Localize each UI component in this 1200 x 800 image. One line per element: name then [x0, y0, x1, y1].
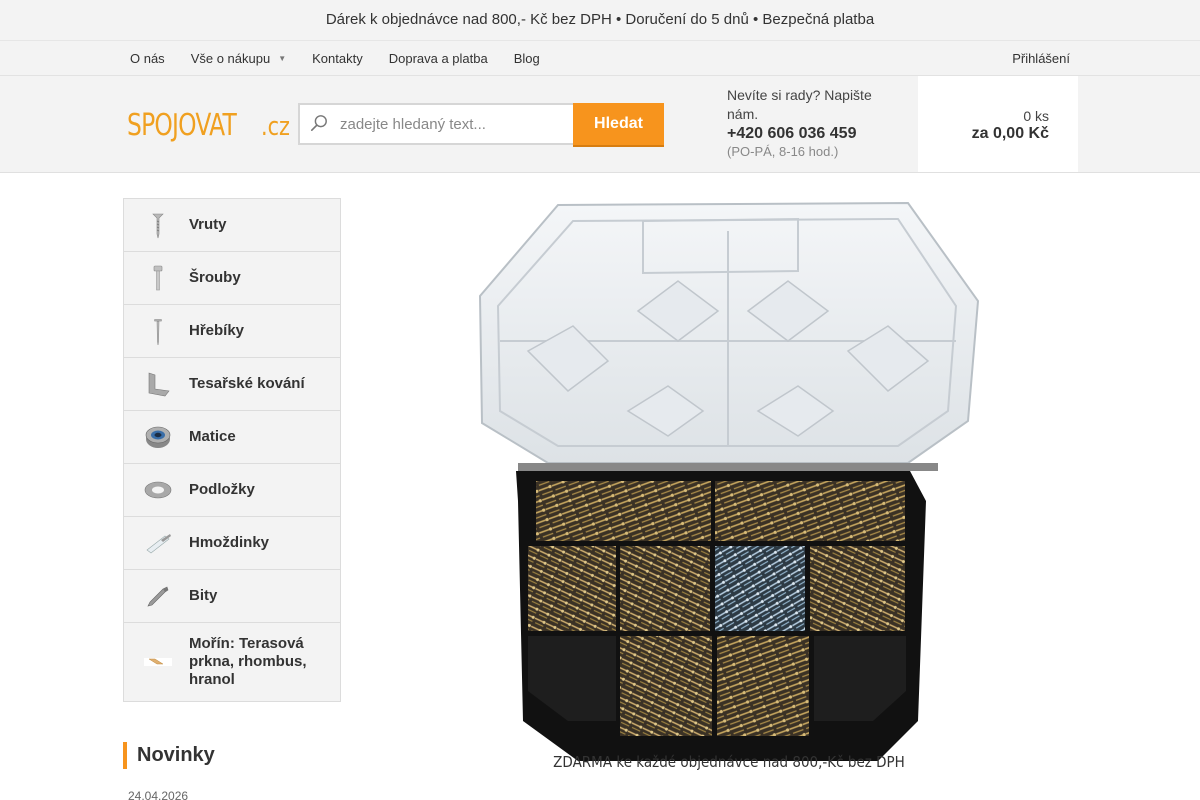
- search-input[interactable]: [300, 105, 573, 143]
- search-button[interactable]: Hledat: [573, 103, 664, 145]
- nav-item-doprava-a-platba[interactable]: Doprava a platba: [381, 51, 496, 66]
- search-icon: [310, 115, 327, 132]
- sidebar-item-bity[interactable]: Bity: [124, 570, 340, 623]
- nav-item-label: Vše o nákupu: [190, 51, 271, 66]
- promo-text-delivery: Doručení do 5 dnů •: [625, 11, 763, 28]
- contact-phone[interactable]: +420 606 036 459: [727, 125, 905, 143]
- wall-plug-icon: [143, 528, 173, 558]
- top-navigation: O nás Vše o nákupu ▼ Kontakty Doprava a p…: [0, 40, 1200, 76]
- nav-item-kontakty[interactable]: Kontakty: [304, 51, 371, 66]
- nail-icon: [143, 316, 173, 346]
- contact-question: Nevíte si rady? Napište nám.: [727, 87, 872, 122]
- nav-item-label: Kontakty: [312, 51, 363, 66]
- main-content: Vruty Šrouby Hřebíky Tesařské kování Mat…: [0, 173, 1200, 800]
- top-menu: O nás Vše o nákupu ▼ Kontakty Doprava a p…: [122, 41, 1078, 76]
- promo-text-gift: Dárek k objednávce nad 800,- Kč bez DPH …: [325, 11, 626, 28]
- sidebar-item-srouby[interactable]: Šrouby: [124, 252, 340, 305]
- nav-item-blog[interactable]: Blog: [506, 51, 548, 66]
- nav-item-label: Doprava a platba: [388, 51, 488, 66]
- nav-item-o-nas[interactable]: O nás: [122, 51, 173, 66]
- news-heading-block: Novinky: [123, 742, 215, 769]
- sidebar-item-label: Hřebíky: [189, 322, 245, 339]
- nut-icon: [143, 422, 173, 452]
- sidebar-item-morin[interactable]: Mořín: Terasová prkna, rhombus, hranol: [124, 623, 340, 701]
- contact-box: Nevíte si rady? Napište nám. +420 606 03…: [705, 86, 905, 159]
- nav-item-label: Blog: [513, 51, 540, 66]
- login-link[interactable]: Přihlášení: [1006, 41, 1070, 76]
- site-logo[interactable]: SPOJOVAT .cz: [127, 106, 297, 143]
- banner-screw-box-image[interactable]: [478, 201, 980, 775]
- logo-wordmark: SPOJOVAT: [127, 108, 237, 143]
- category-sidebar: Vruty Šrouby Hřebíky Tesařské kování Mat…: [123, 198, 341, 702]
- chevron-down-icon: ▼: [278, 54, 287, 63]
- news-heading: Novinky: [137, 744, 215, 766]
- sidebar-item-vruty[interactable]: Vruty: [124, 199, 340, 252]
- cart-total: za 0,00 Kč: [971, 125, 1049, 142]
- search-form: Hledat: [298, 103, 664, 145]
- washer-icon: [143, 475, 173, 505]
- promo-text-payment: Bezpečná platba: [762, 11, 875, 28]
- logo-tld: .cz: [260, 112, 290, 142]
- news-date: 24.04.2026: [123, 789, 188, 800]
- search-field-wrapper: [298, 103, 573, 145]
- promo-bar: Dárek k objednávce nad 800,- Kč bez DPH …: [0, 0, 1200, 40]
- sidebar-item-label: Podložky: [189, 481, 255, 498]
- sidebar-item-label: Mořín: Terasová prkna, rhombus, hranol: [189, 635, 307, 688]
- site-header: SPOJOVAT .cz Hledat Nevíte si rady? Napi…: [0, 76, 1200, 173]
- banner-caption: ZDARMA ke každé objednávce nad 800,-Kč b…: [553, 753, 905, 771]
- wood-plank-icon: [143, 647, 173, 677]
- sidebar-item-hrebiky[interactable]: Hřebíky: [124, 305, 340, 358]
- sidebar-item-label: Hmoždinky: [189, 534, 270, 551]
- cart-widget[interactable]: 0 ks za 0,00 Kč: [918, 76, 1078, 172]
- sidebar-item-tesarske-kovani[interactable]: Tesařské kování: [124, 358, 340, 411]
- sidebar-item-label: Tesařské kování: [189, 375, 305, 392]
- bit-icon: [143, 581, 173, 611]
- sidebar-item-hmozdinky[interactable]: Hmoždinky: [124, 517, 340, 570]
- sidebar-item-podlozky[interactable]: Podložky: [124, 464, 340, 517]
- login-label: Přihlášení: [1012, 51, 1070, 66]
- contact-hours: (PO-PÁ, 8-16 hod.): [727, 144, 839, 159]
- news-date-value: 24.04.2026: [128, 789, 189, 800]
- sidebar-item-label: Šrouby: [189, 269, 241, 286]
- angle-bracket-icon: [143, 369, 173, 399]
- cart-quantity: 0 ks: [1023, 108, 1049, 124]
- nav-item-label: O nás: [130, 51, 165, 66]
- sidebar-item-matice[interactable]: Matice: [124, 411, 340, 464]
- sidebar-item-label: Matice: [189, 428, 236, 445]
- nav-item-vse-o-nakupu[interactable]: Vše o nákupu ▼: [183, 51, 294, 66]
- bolt-icon: [143, 263, 173, 293]
- sidebar-item-label: Bity: [189, 587, 218, 604]
- sidebar-item-label: Vruty: [189, 216, 227, 233]
- wood-screw-icon: [143, 210, 173, 240]
